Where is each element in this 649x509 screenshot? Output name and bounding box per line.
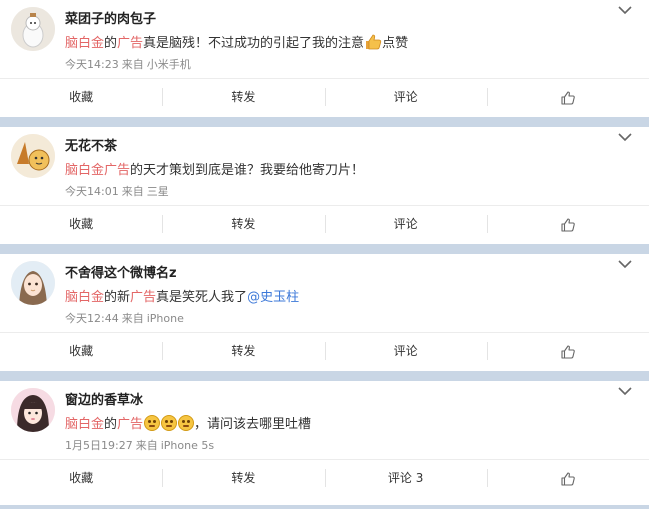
post-content: 脑白金的广告 ，请问该去哪里吐槽 xyxy=(65,413,311,432)
post-separator xyxy=(0,117,649,127)
emoji-icon xyxy=(161,415,178,431)
text-segment: 的 xyxy=(104,36,118,51)
weibo-post-4: 窗边的香草冰 脑白金的广告 ，请问该去哪里吐槽 1月5日19:27 来自 iPhone… xyxy=(0,381,649,509)
action-bar: 收藏 转发 评论 xyxy=(0,78,649,115)
thumbs-up-icon xyxy=(561,471,575,486)
avatar[interactable] xyxy=(11,7,55,51)
source-prefix: 来自 xyxy=(121,312,144,325)
mention-link[interactable]: @史玉柱 xyxy=(247,290,299,305)
source-prefix: 来自 xyxy=(135,439,158,452)
like-button[interactable] xyxy=(486,79,649,115)
post-time[interactable]: 今天14:01 xyxy=(65,185,119,198)
device-name: iPhone 5s xyxy=(160,439,215,452)
thumbs-up-emoji-icon xyxy=(364,34,382,54)
like-button[interactable] xyxy=(486,333,649,369)
action-bar: 收藏 转发 评论 3 xyxy=(0,459,649,496)
keyword-text[interactable]: 脑白金 xyxy=(65,417,104,432)
post-content: 脑白金的新广告真是笑死人我了@史玉柱 xyxy=(65,286,299,305)
post-meta: 今天12:44 来自 iPhone xyxy=(65,310,187,326)
text-segment: 的新 xyxy=(104,290,131,305)
avatar[interactable] xyxy=(11,261,55,305)
action-bar: 收藏 转发 评论 xyxy=(0,205,649,242)
text-segment: 真是笑死人我了 xyxy=(156,290,248,305)
favorite-button[interactable]: 收藏 xyxy=(0,333,162,369)
comment-button[interactable]: 评论 xyxy=(324,206,487,242)
repost-button[interactable]: 转发 xyxy=(162,79,324,115)
post-time[interactable]: 1月5日19:27 xyxy=(65,439,133,452)
text-segment: 点赞 xyxy=(382,36,409,51)
chevron-down-icon[interactable] xyxy=(617,4,633,16)
post-separator xyxy=(0,371,649,381)
like-button[interactable] xyxy=(486,206,649,242)
weibo-post-1: 菜团子的肉包子 脑白金的广告真是脑残！不过成功的引起了我的注意 点赞 今天14:2… xyxy=(0,0,649,117)
favorite-button[interactable]: 收藏 xyxy=(0,79,162,115)
keyword-text[interactable]: 广告 xyxy=(130,290,156,305)
username[interactable]: 菜团子的肉包子 xyxy=(65,8,156,27)
post-content: 脑白金广告的天才策划到底是谁？我要给他寄刀片！ xyxy=(65,159,364,178)
post-content: 脑白金的广告真是脑残！不过成功的引起了我的注意 点赞 xyxy=(65,32,408,54)
device-name: iPhone xyxy=(146,312,184,325)
thumbs-up-icon xyxy=(561,344,575,359)
post-time[interactable]: 今天12:44 xyxy=(65,312,119,325)
source-prefix: 来自 xyxy=(121,185,144,198)
username[interactable]: 不舍得这个微博名z xyxy=(65,262,177,281)
weibo-post-2: 无花不茶 脑白金广告的天才策划到底是谁？我要给他寄刀片！ 今天14:01 来自 三星… xyxy=(0,127,649,244)
keyword-text[interactable]: 广告 xyxy=(104,163,130,178)
text-segment: ，请问该去哪里吐槽 xyxy=(194,417,312,432)
comment-button[interactable]: 评论 xyxy=(324,333,487,369)
repost-button[interactable]: 转发 xyxy=(162,206,324,242)
post-meta: 1月5日19:27 来自 iPhone 5s xyxy=(65,437,217,453)
source-prefix: 来自 xyxy=(121,58,144,71)
keyword-text[interactable]: 脑白金 xyxy=(65,36,104,51)
comment-button[interactable]: 评论 xyxy=(324,79,487,115)
post-separator xyxy=(0,505,649,509)
repost-button[interactable]: 转发 xyxy=(162,333,324,369)
weibo-post-3: 不舍得这个微博名z 脑白金的新广告真是笑死人我了@史玉柱 今天12:44 来自 iP… xyxy=(0,254,649,371)
emoji-icon xyxy=(144,415,161,431)
keyword-text[interactable]: 广告 xyxy=(117,417,143,432)
comment-button[interactable]: 评论 3 xyxy=(324,460,487,496)
keyword-text[interactable]: 脑白金 xyxy=(65,290,104,305)
post-meta: 今天14:23 来自 小米手机 xyxy=(65,56,194,72)
favorite-button[interactable]: 收藏 xyxy=(0,206,162,242)
post-time[interactable]: 今天14:23 xyxy=(65,58,119,71)
keyword-text[interactable]: 广告 xyxy=(117,36,143,51)
device-name: 三星 xyxy=(146,185,169,198)
chevron-down-icon[interactable] xyxy=(617,131,633,143)
post-separator xyxy=(0,244,649,254)
text-segment: 的 xyxy=(104,417,118,432)
avatar[interactable] xyxy=(11,134,55,178)
username[interactable]: 窗边的香草冰 xyxy=(65,389,143,408)
username[interactable]: 无花不茶 xyxy=(65,135,117,154)
device-name: 小米手机 xyxy=(146,58,191,71)
thumbs-up-icon xyxy=(561,217,575,232)
text-segment: 的天才策划到底是谁？我要给他寄刀片！ xyxy=(130,163,365,178)
thumbs-up-icon xyxy=(561,90,575,105)
chevron-down-icon[interactable] xyxy=(617,258,633,270)
avatar[interactable] xyxy=(11,388,55,432)
post-meta: 今天14:01 来自 三星 xyxy=(65,183,172,199)
action-bar: 收藏 转发 评论 xyxy=(0,332,649,369)
like-button[interactable] xyxy=(486,460,649,496)
chevron-down-icon[interactable] xyxy=(617,385,633,397)
emoji-icon xyxy=(178,415,195,431)
favorite-button[interactable]: 收藏 xyxy=(0,460,162,496)
keyword-text[interactable]: 脑白金 xyxy=(65,163,104,178)
text-segment: 真是脑残！不过成功的引起了我的注意 xyxy=(143,36,365,51)
repost-button[interactable]: 转发 xyxy=(162,460,324,496)
